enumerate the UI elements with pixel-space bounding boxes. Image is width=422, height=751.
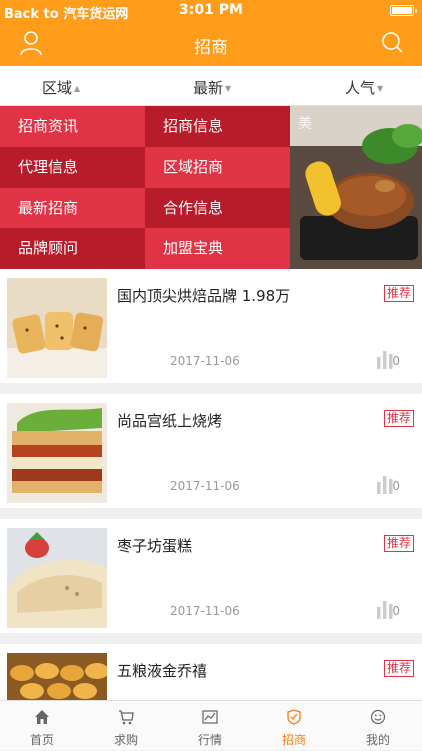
recommend-badge: 推荐 xyxy=(383,660,414,677)
badge-icon xyxy=(287,709,301,725)
bottom-tab-bar: 首页 求购 行情 招商 我的 xyxy=(0,700,422,750)
item-thumbnail xyxy=(7,528,107,628)
category-grid: 招商资讯 招商信息 代理信息 区域招商 最新招商 合作信息 品牌顾问 加盟宝典 xyxy=(0,106,290,269)
sort-icon: ▼ xyxy=(225,84,232,93)
view-count: 0 xyxy=(392,354,400,368)
menu-item[interactable]: 招商资讯 xyxy=(0,106,145,147)
item-date: 2017-11-06 xyxy=(170,354,240,368)
list-item[interactable]: 枣子坊蛋糕 推荐 2017-11-06 0 xyxy=(0,519,422,633)
recommend-badge: 推荐 xyxy=(383,285,414,302)
item-title: 枣子坊蛋糕 xyxy=(117,537,193,555)
page-title: 招商 xyxy=(194,38,228,58)
filter-bar: 区域 ▲ 最新 ▼ 人气 ▼ xyxy=(0,66,422,106)
tab-mine[interactable]: 我的 xyxy=(336,701,420,751)
tab-label: 招商 xyxy=(281,733,306,747)
search-icon[interactable] xyxy=(380,30,404,56)
tab-label: 行情 xyxy=(197,733,222,747)
menu-item[interactable]: 招商信息 xyxy=(145,106,290,147)
tab-investment[interactable]: 招商 xyxy=(252,701,336,751)
item-thumbnail xyxy=(7,653,107,700)
menu-item[interactable]: 加盟宝典 xyxy=(145,228,290,269)
app-header: 招商 xyxy=(0,21,422,66)
cart-icon xyxy=(119,710,134,725)
item-date: 2017-11-06 xyxy=(170,479,240,493)
battery-icon xyxy=(390,5,417,16)
views-icon xyxy=(377,351,393,369)
views-icon xyxy=(377,476,393,494)
category-section: 招商资讯 招商信息 代理信息 区域招商 最新招商 合作信息 品牌顾问 加盟宝典 … xyxy=(0,106,422,269)
trend-chart-icon xyxy=(202,710,218,724)
home-icon xyxy=(35,710,49,724)
menu-item[interactable]: 品牌顾问 xyxy=(0,228,145,269)
list-item[interactable]: 国内顶尖烘焙品牌 1.98万 推荐 2017-11-06 0 xyxy=(0,269,422,383)
recommend-badge: 推荐 xyxy=(383,410,414,427)
tab-market[interactable]: 行情 xyxy=(168,701,252,751)
menu-item[interactable]: 代理信息 xyxy=(0,146,145,188)
sort-icon: ▼ xyxy=(377,84,384,93)
menu-item[interactable]: 最新招商 xyxy=(0,187,145,229)
list-item[interactable]: 五粮液金乔禧 推荐 xyxy=(0,644,422,700)
recommend-badge: 推荐 xyxy=(383,535,414,552)
list-item[interactable]: 尚品宫纸上烧烤 推荐 2017-11-06 0 xyxy=(0,394,422,508)
tab-label: 我的 xyxy=(365,733,390,747)
filter-latest[interactable]: 最新 ▼ xyxy=(193,77,231,98)
view-count: 0 xyxy=(392,604,400,618)
tab-label: 求购 xyxy=(113,733,138,747)
tab-buy[interactable]: 求购 xyxy=(84,701,168,751)
item-thumbnail xyxy=(7,278,107,378)
item-title: 国内顶尖烘焙品牌 1.98万 xyxy=(117,287,291,305)
filter-label: 区域 xyxy=(42,79,73,97)
menu-item[interactable]: 区域招商 xyxy=(145,146,290,188)
filter-label: 最新 xyxy=(193,79,224,97)
clock: 3:01 PM xyxy=(179,2,243,18)
smiley-icon xyxy=(370,709,386,725)
status-bar: Back to 汽车货运网 3:01 PM xyxy=(0,0,422,22)
menu-item[interactable]: 合作信息 xyxy=(145,187,290,229)
filter-region[interactable]: 区域 ▲ xyxy=(42,77,80,98)
views-icon xyxy=(377,601,393,619)
tab-label: 首页 xyxy=(29,733,54,747)
sort-icon: ▲ xyxy=(74,84,81,93)
tab-home[interactable]: 首页 xyxy=(0,701,84,751)
item-title: 尚品宫纸上烧烤 xyxy=(117,412,223,430)
filter-popularity[interactable]: 人气 ▼ xyxy=(345,77,383,98)
filter-label: 人气 xyxy=(345,79,376,97)
item-title: 五粮液金乔禧 xyxy=(117,662,208,680)
item-date: 2017-11-06 xyxy=(170,604,240,618)
banner-calligraphy: 美 xyxy=(298,116,312,132)
promo-banner-image[interactable]: 美 xyxy=(290,106,422,269)
view-count: 0 xyxy=(392,479,400,493)
item-thumbnail xyxy=(7,403,107,503)
